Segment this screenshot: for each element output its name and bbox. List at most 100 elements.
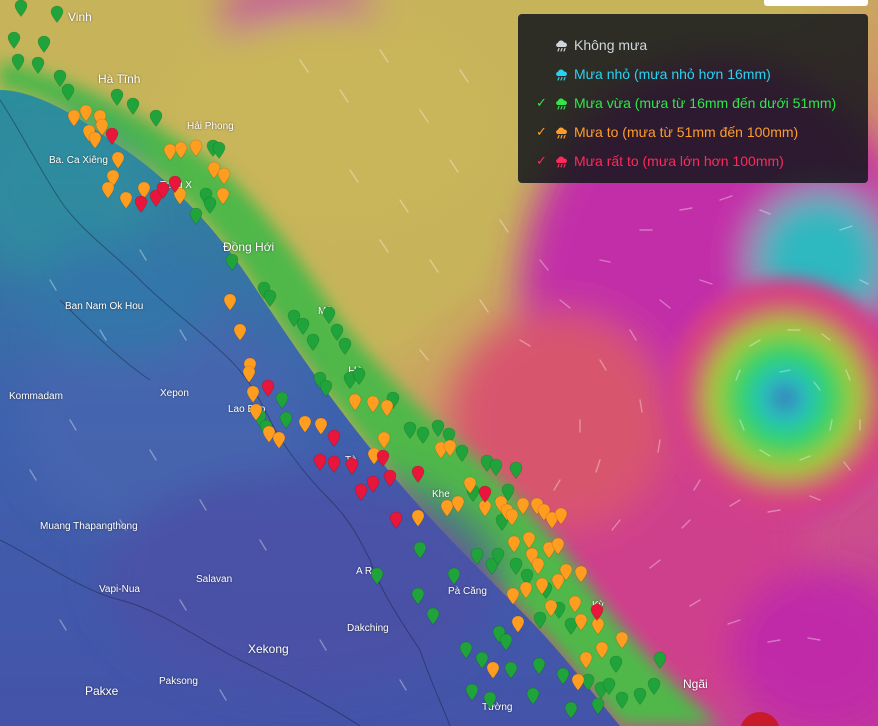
map-pin-icon[interactable] bbox=[168, 175, 182, 193]
map-pin-icon[interactable] bbox=[31, 56, 45, 74]
map-pin-icon[interactable] bbox=[119, 191, 133, 209]
map-pin-icon[interactable] bbox=[447, 567, 461, 585]
map-pin-icon[interactable] bbox=[79, 104, 93, 122]
map-pin-icon[interactable] bbox=[609, 655, 623, 673]
map-pin-icon[interactable] bbox=[50, 5, 64, 23]
map-pin-icon[interactable] bbox=[189, 207, 203, 225]
map-pin-icon[interactable] bbox=[591, 697, 605, 715]
legend-item-no-rain[interactable]: Không mưa bbox=[536, 30, 868, 59]
map-pin-icon[interactable] bbox=[499, 633, 513, 651]
map-pin-icon[interactable] bbox=[189, 139, 203, 157]
map-pin-icon[interactable] bbox=[174, 141, 188, 159]
map-pin-icon[interactable] bbox=[366, 395, 380, 413]
map-pin-icon[interactable] bbox=[275, 391, 289, 409]
map-pin-icon[interactable] bbox=[322, 306, 336, 324]
map-pin-icon[interactable] bbox=[149, 109, 163, 127]
map-pin-icon[interactable] bbox=[489, 458, 503, 476]
map-pin-icon[interactable] bbox=[470, 547, 484, 565]
map-pin-icon[interactable] bbox=[511, 615, 525, 633]
map-pin-icon[interactable] bbox=[602, 677, 616, 695]
map-pin-icon[interactable] bbox=[653, 651, 667, 669]
map-pin-icon[interactable] bbox=[507, 535, 521, 553]
map-pin-icon[interactable] bbox=[246, 385, 260, 403]
map-pin-icon[interactable] bbox=[345, 457, 359, 475]
map-pin-icon[interactable] bbox=[411, 509, 425, 527]
map-pin-icon[interactable] bbox=[574, 565, 588, 583]
map-pin-icon[interactable] bbox=[217, 167, 231, 185]
map-pin-icon[interactable] bbox=[491, 547, 505, 565]
map-pin-icon[interactable] bbox=[509, 461, 523, 479]
map-pin-icon[interactable] bbox=[233, 323, 247, 341]
map-pin-icon[interactable] bbox=[556, 667, 570, 685]
map-pin-icon[interactable] bbox=[633, 687, 647, 705]
map-pin-icon[interactable] bbox=[61, 83, 75, 101]
map-pin-icon[interactable] bbox=[590, 603, 604, 621]
map-pin-icon[interactable] bbox=[338, 337, 352, 355]
map-pin-icon[interactable] bbox=[506, 587, 520, 605]
map-pin-icon[interactable] bbox=[298, 415, 312, 433]
map-pin-icon[interactable] bbox=[88, 131, 102, 149]
map-pin-icon[interactable] bbox=[306, 333, 320, 351]
map-pin-icon[interactable] bbox=[319, 379, 333, 397]
map-pin-icon[interactable] bbox=[11, 53, 25, 71]
map-pin-icon[interactable] bbox=[7, 31, 21, 49]
map-pin-icon[interactable] bbox=[203, 196, 217, 214]
map-pin-icon[interactable] bbox=[134, 195, 148, 213]
map-pin-icon[interactable] bbox=[105, 127, 119, 145]
map-pin-icon[interactable] bbox=[478, 485, 492, 503]
map-pin-icon[interactable] bbox=[261, 379, 275, 397]
map-pin-icon[interactable] bbox=[223, 293, 237, 311]
map-pin-icon[interactable] bbox=[504, 661, 518, 679]
map-pin-icon[interactable] bbox=[571, 673, 585, 691]
map-pin-icon[interactable] bbox=[411, 465, 425, 483]
map-pin-icon[interactable] bbox=[463, 476, 477, 494]
map-pin-icon[interactable] bbox=[327, 429, 341, 447]
map-pin-icon[interactable] bbox=[551, 537, 565, 555]
legend-item-moderate-rain[interactable]: ✓ Mưa vừa (mưa từ 16mm đến dưới 51mm) bbox=[536, 88, 868, 117]
map-pin-icon[interactable] bbox=[455, 444, 469, 462]
map-pin-icon[interactable] bbox=[348, 393, 362, 411]
map-pin-icon[interactable] bbox=[403, 421, 417, 439]
map-pin-icon[interactable] bbox=[327, 455, 341, 473]
map-pin-icon[interactable] bbox=[579, 651, 593, 669]
map-pin-icon[interactable] bbox=[279, 411, 293, 429]
map-pin-icon[interactable] bbox=[314, 417, 328, 435]
map-pin-icon[interactable] bbox=[111, 151, 125, 169]
map-pin-icon[interactable] bbox=[313, 453, 327, 471]
map-pin-icon[interactable] bbox=[389, 511, 403, 529]
map-canvas[interactable]: Vinh Hà Tĩnh Hải Phong Ba. Ca Xiêng Tr..… bbox=[0, 0, 878, 726]
map-pin-icon[interactable] bbox=[615, 691, 629, 709]
map-pin-icon[interactable] bbox=[14, 0, 28, 17]
map-pin-icon[interactable] bbox=[411, 587, 425, 605]
legend-item-heavy-rain[interactable]: ✓ Mưa to (mưa từ 51mm đến 100mm) bbox=[536, 117, 868, 146]
map-pin-icon[interactable] bbox=[531, 557, 545, 575]
map-pin-icon[interactable] bbox=[101, 181, 115, 199]
map-pin-icon[interactable] bbox=[516, 497, 530, 515]
map-pin-icon[interactable] bbox=[574, 613, 588, 631]
map-pin-icon[interactable] bbox=[647, 677, 661, 695]
map-pin-icon[interactable] bbox=[568, 595, 582, 613]
map-pin-icon[interactable] bbox=[413, 541, 427, 559]
map-pin-icon[interactable] bbox=[216, 187, 230, 205]
map-pin-icon[interactable] bbox=[465, 683, 479, 701]
map-pin-icon[interactable] bbox=[532, 657, 546, 675]
map-pin-icon[interactable] bbox=[37, 35, 51, 53]
map-pin-icon[interactable] bbox=[416, 426, 430, 444]
map-pin-icon[interactable] bbox=[554, 507, 568, 525]
map-pin-icon[interactable] bbox=[263, 289, 277, 307]
map-pin-icon[interactable] bbox=[380, 399, 394, 417]
map-pin-icon[interactable] bbox=[564, 701, 578, 719]
map-pin-icon[interactable] bbox=[212, 141, 226, 159]
map-pin-icon[interactable] bbox=[272, 431, 286, 449]
map-pin-icon[interactable] bbox=[225, 253, 239, 271]
map-pin-icon[interactable] bbox=[366, 475, 380, 493]
legend-item-light-rain[interactable]: Mưa nhỏ (mưa nhỏ hơn 16mm) bbox=[536, 59, 868, 88]
map-pin-icon[interactable] bbox=[383, 469, 397, 487]
map-pin-icon[interactable] bbox=[242, 365, 256, 383]
map-pin-icon[interactable] bbox=[526, 687, 540, 705]
map-pin-icon[interactable] bbox=[376, 449, 390, 467]
top-search-box[interactable] bbox=[764, 0, 868, 6]
map-pin-icon[interactable] bbox=[615, 631, 629, 649]
map-pin-icon[interactable] bbox=[544, 599, 558, 617]
map-pin-icon[interactable] bbox=[426, 607, 440, 625]
